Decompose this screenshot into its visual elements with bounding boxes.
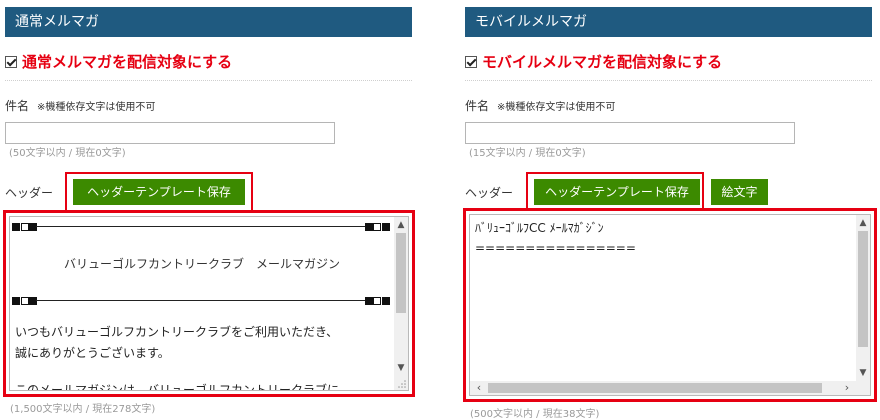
header-row: ヘッダー ヘッダーテンプレート保存 [5, 172, 412, 212]
header-text-line: ﾊﾞﾘｭｰｺﾞﾙﾌCC ﾒｰﾙﾏｶﾞｼﾞﾝ [475, 221, 604, 235]
scroll-left-icon[interactable]: ‹ [472, 381, 486, 395]
mobile-enable-row: モバイルメルマガを配信対象にする [465, 52, 872, 81]
subject-note: ※機種依存文字は使用不可 [37, 102, 156, 113]
mobile-header-template-save-button[interactable]: ヘッダーテンプレート保存 [534, 179, 700, 205]
regular-enable-checkbox[interactable] [5, 56, 17, 68]
subject-label: 件名 [465, 99, 490, 113]
mobile-enable-label[interactable]: モバイルメルマガを配信対象にする [482, 52, 722, 72]
scroll-down-icon[interactable]: ▼ [856, 367, 870, 379]
regular-header-scrollbar[interactable]: ▲ ▼ [394, 217, 408, 390]
header-label: ヘッダー [465, 186, 514, 200]
mobile-header-textarea[interactable]: ﾊﾞﾘｭｰｺﾞﾙﾌCC ﾒｰﾙﾏｶﾞｼﾞﾝ ================ ▲… [469, 214, 871, 396]
mobile-mailmag-section: モバイルメルマガ モバイルメルマガを配信対象にする 件名 ※機種依存文字は使用不可… [465, 7, 872, 212]
header-text-line: ================ [475, 241, 636, 255]
scroll-right-icon[interactable]: › [840, 381, 854, 395]
header-text-line: このメールマガジンは、バリューゴルフカントリークラブに [15, 383, 340, 391]
scroll-down-icon[interactable]: ▼ [394, 362, 408, 374]
regular-subject-counter: (50文字以内 / 現在0文字) [9, 148, 126, 159]
section-title: 通常メルマガ [5, 7, 412, 37]
subject-label-row: 件名 ※機種依存文字は使用不可 [465, 99, 872, 115]
regular-mailmag-section: 通常メルマガ 通常メルマガを配信対象にする 件名 ※機種依存文字は使用不可 (50… [5, 7, 412, 212]
mobile-enable-checkbox[interactable] [465, 56, 477, 68]
header-row: ヘッダー ヘッダーテンプレート保存 絵文字 [465, 172, 872, 212]
regular-enable-label[interactable]: 通常メルマガを配信対象にする [22, 52, 232, 72]
scroll-thumb[interactable] [488, 383, 822, 393]
header-label: ヘッダー [5, 186, 54, 200]
scroll-corner [856, 381, 870, 395]
regular-header-textarea-highlight: バリューゴルフカントリークラブ メールマガジン いつもバリューゴルフカントリーク… [3, 210, 415, 397]
subject-label-row: 件名 ※機種依存文字は使用不可 [5, 99, 412, 115]
resize-grip-icon[interactable] [398, 380, 406, 388]
mobile-header-hscrollbar[interactable]: ‹ › [470, 381, 856, 395]
mobile-subject-input[interactable] [465, 122, 795, 144]
regular-subject-input[interactable] [5, 122, 335, 144]
scroll-thumb[interactable] [396, 233, 406, 313]
section-title: モバイルメルマガ [465, 7, 872, 37]
mobile-header-textarea-highlight: ﾊﾞﾘｭｰｺﾞﾙﾌCC ﾒｰﾙﾏｶﾞｼﾞﾝ ================ ▲… [463, 208, 877, 402]
regular-header-counter: (1,500文字以内 / 現在278文字) [10, 404, 156, 415]
header-text-line: 誠にありがとうございます。 [15, 346, 170, 360]
subject-note: ※機種依存文字は使用不可 [497, 102, 616, 113]
mobile-header-vscrollbar[interactable]: ▲ ▼ [856, 215, 870, 381]
scroll-up-icon[interactable]: ▲ [394, 219, 408, 231]
scroll-thumb[interactable] [858, 231, 868, 347]
header-text-title: バリューゴルフカントリークラブ メールマガジン [63, 257, 340, 271]
subject-label: 件名 [5, 99, 30, 113]
mobile-header-counter: (500文字以内 / 現在38文字) [470, 409, 600, 420]
decor-bar-bottom [12, 297, 390, 305]
regular-header-textarea[interactable]: バリューゴルフカントリークラブ メールマガジン いつもバリューゴルフカントリーク… [9, 216, 409, 391]
header-text-line: いつもバリューゴルフカントリークラブをご利用いただき、 [15, 325, 339, 339]
emoji-button[interactable]: 絵文字 [711, 179, 768, 205]
scroll-up-icon[interactable]: ▲ [856, 217, 870, 229]
mobile-subject-counter: (15文字以内 / 現在0文字) [469, 148, 586, 159]
regular-header-template-save-button[interactable]: ヘッダーテンプレート保存 [73, 179, 245, 205]
regular-enable-row: 通常メルマガを配信対象にする [5, 52, 412, 81]
decor-bar-top [12, 223, 390, 231]
